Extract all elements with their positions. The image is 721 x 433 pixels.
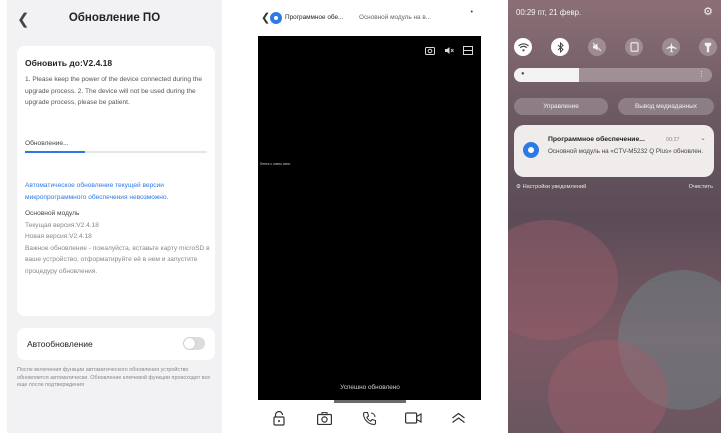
footer-note: После включения функции автоматического … xyxy=(17,367,211,388)
auto-update-toggle[interactable] xyxy=(183,337,205,350)
version-info: Основной модуль Текущая версия:V2.4.18 Н… xyxy=(25,208,211,277)
unlock-icon[interactable] xyxy=(269,410,289,426)
notification-settings-link[interactable]: ⚙ Настройки уведомлений xyxy=(516,184,586,190)
gear-icon[interactable]: ⚙ xyxy=(703,5,713,18)
video-view[interactable]: Лента с очень ясно Успешно обновлено xyxy=(258,36,481,400)
wifi-icon[interactable] xyxy=(514,38,532,56)
video-caption: Лента с очень ясно xyxy=(260,162,291,166)
live-view-screen: ❮ Программное обе... Основной модуль на … xyxy=(258,0,481,433)
notification-body: Основной модуль на «CTV-M5232 Q Plus» об… xyxy=(548,148,704,155)
wallpaper-blob xyxy=(508,220,618,340)
update-card: Обновить до:V2.4.18 1. Please keep the p… xyxy=(17,46,215,316)
current-version: Текущая версия:V2.4.18 xyxy=(25,221,99,229)
notification-title: Программное обеспечение... xyxy=(548,136,645,143)
chevron-down-icon[interactable]: ⌄ xyxy=(700,134,706,142)
firmware-update-screen: ❮ Обновление ПО Обновить до:V2.4.18 1. P… xyxy=(7,0,222,433)
more-vertical-icon[interactable]: ⋮ xyxy=(698,70,705,78)
airplane-icon[interactable] xyxy=(662,38,680,56)
screen-icon[interactable] xyxy=(625,38,643,56)
camera-icon[interactable] xyxy=(314,410,334,426)
drag-handle[interactable] xyxy=(334,400,406,403)
important-note: Важное обновление - пожалуйста, вставьте… xyxy=(25,244,210,275)
more-icon[interactable]: • xyxy=(471,9,473,16)
bluetooth-icon[interactable] xyxy=(551,38,569,56)
heads-up-notification[interactable]: ❮ Программное обе... Основной модуль на … xyxy=(258,0,481,36)
mute-icon[interactable] xyxy=(588,38,606,56)
progress-label: Обновление... xyxy=(25,140,69,147)
call-icon[interactable] xyxy=(359,410,379,426)
auto-update-warning: Автоматическое обновление текущей версии… xyxy=(25,182,169,201)
status-time: 00:29 пт, 21 февр. xyxy=(516,8,582,17)
toggle-knob xyxy=(184,338,195,349)
video-controls xyxy=(425,46,473,57)
notification-time: 00:27 xyxy=(666,137,680,143)
notification-card[interactable]: Программное обеспечение... 00:27 ⌄ Основ… xyxy=(514,125,714,177)
brightness-slider[interactable]: ● ⋮ xyxy=(514,68,712,82)
auto-update-row: Автообновление xyxy=(17,328,215,360)
control-button[interactable]: Управление xyxy=(514,98,608,115)
update-instructions: 1. Please keep the power of the device c… xyxy=(25,76,203,106)
flashlight-icon[interactable] xyxy=(699,38,717,56)
bottom-toolbar xyxy=(258,400,481,433)
app-icon xyxy=(523,142,539,158)
new-version: Новая версия:V2.4.18 xyxy=(25,233,92,240)
progress-fill xyxy=(25,151,86,153)
notification-shade: 00:29 пт, 21 февр. ⚙ ● ⋮ Управление Выво… xyxy=(508,0,721,433)
expand-up-icon[interactable] xyxy=(448,410,468,426)
header: ❮ Обновление ПО xyxy=(7,0,222,38)
back-arrow-icon[interactable]: ❮ xyxy=(261,11,270,24)
media-output-button[interactable]: Вывод медиаданных xyxy=(618,98,714,115)
speaker-muted-icon[interactable] xyxy=(444,46,454,57)
clear-button[interactable]: Очистить xyxy=(689,184,713,190)
layout-icon[interactable] xyxy=(463,46,473,57)
notification-settings-label: Настройки уведомлений xyxy=(522,184,587,190)
auto-update-label: Автообновление xyxy=(27,339,93,349)
update-heading: Обновить до:V2.4.18 xyxy=(25,58,113,68)
notification-body: Основной модуль на в... xyxy=(359,14,432,21)
module-label: Основной модуль xyxy=(25,210,80,217)
success-toast: Успешно обновлено xyxy=(340,384,400,391)
snapshot-icon[interactable] xyxy=(425,46,435,57)
sun-icon: ● xyxy=(521,71,525,77)
app-icon xyxy=(270,12,282,24)
progress-bar xyxy=(25,151,207,153)
video-record-icon[interactable] xyxy=(403,410,423,426)
notification-title: Программное обе... xyxy=(285,14,344,21)
page-title: Обновление ПО xyxy=(68,12,161,24)
